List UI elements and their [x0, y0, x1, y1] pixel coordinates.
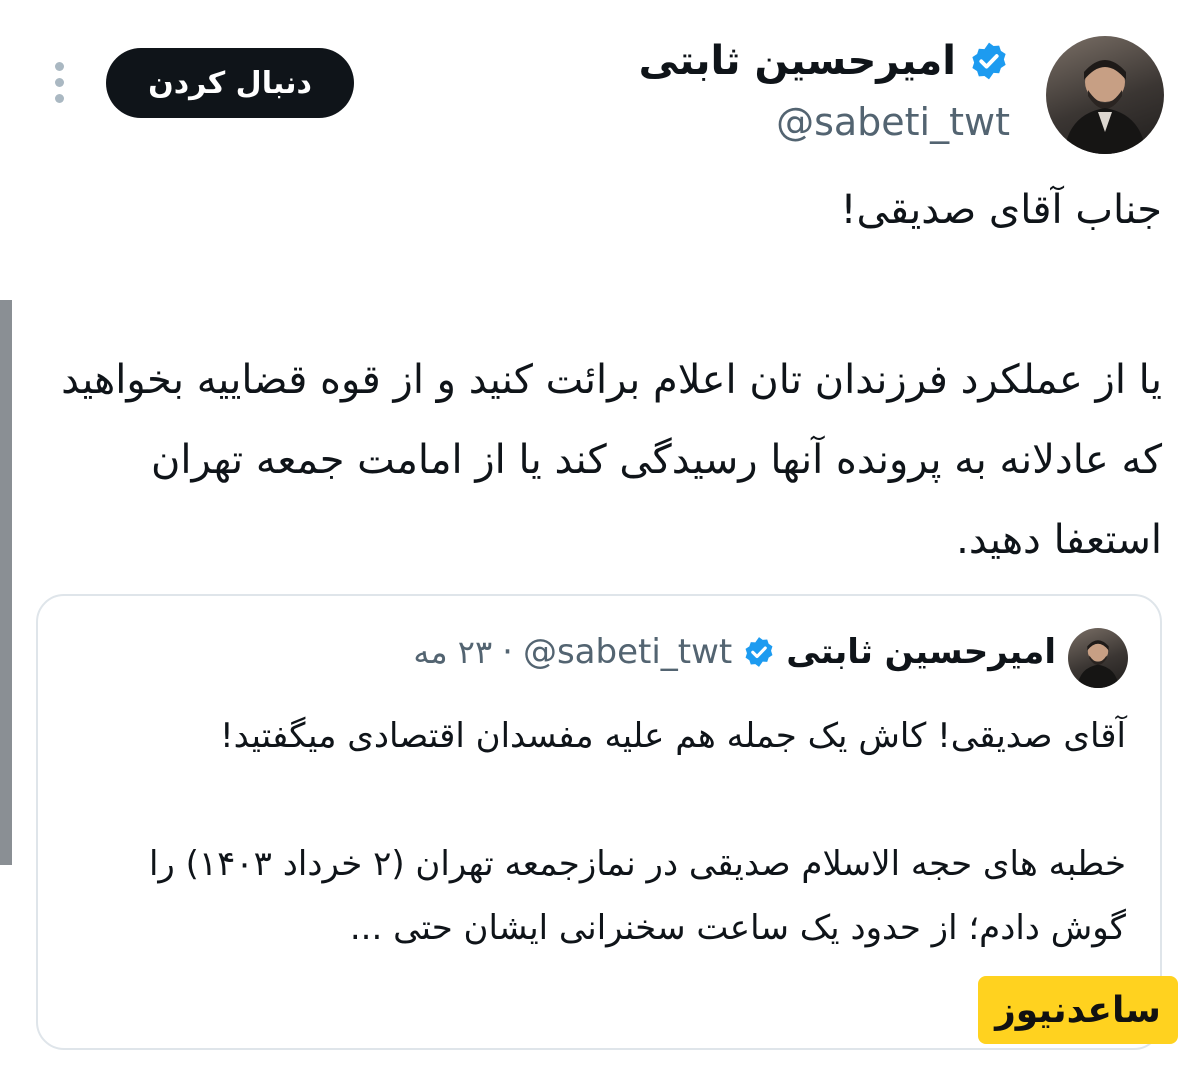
follow-button[interactable]: دنبال کردن [106, 48, 354, 118]
tweet-greeting: جناب آقای صدیقی! [840, 187, 1162, 233]
verified-badge-icon [745, 637, 773, 667]
quoted-paragraph: خطبه های حجه الاسلام صدیقی در نمازجمعه ت… [148, 844, 1126, 948]
more-vertical-icon[interactable] [50, 62, 68, 106]
verified-badge-icon [972, 42, 1006, 80]
quoted-date: ۲۳ مه [413, 633, 493, 671]
author-display-name[interactable]: امیرحسین ثابتی [639, 38, 956, 84]
author-handle[interactable]: @sabeti_twt [776, 100, 1010, 144]
quoted-separator: · [502, 632, 513, 672]
quoted-text: آقای صدیقی! کاش یک جمله هم علیه مفسدان ا… [76, 704, 1126, 960]
scroll-edge-bar [0, 300, 12, 865]
tweet-body: یا از عملکرد فرزندان تان اعلام برائت کنی… [61, 357, 1162, 563]
avatar[interactable] [1046, 36, 1164, 154]
author-name-row: امیرحسین ثابتی [639, 38, 1010, 84]
quoted-handle: @sabeti_twt [522, 632, 733, 672]
quoted-header: امیرحسین ثابتی @sabeti_twt · ۲۳ مه [413, 632, 1056, 672]
quoted-display-name: امیرحسین ثابتی [786, 632, 1056, 672]
quoted-avatar [1068, 628, 1128, 688]
watermark-logo: ساعدنیوز [978, 976, 1178, 1044]
quoted-paragraph: آقای صدیقی! کاش یک جمله هم علیه مفسدان ا… [220, 716, 1126, 756]
watermark-text: ساعدنیوز [995, 989, 1161, 1031]
